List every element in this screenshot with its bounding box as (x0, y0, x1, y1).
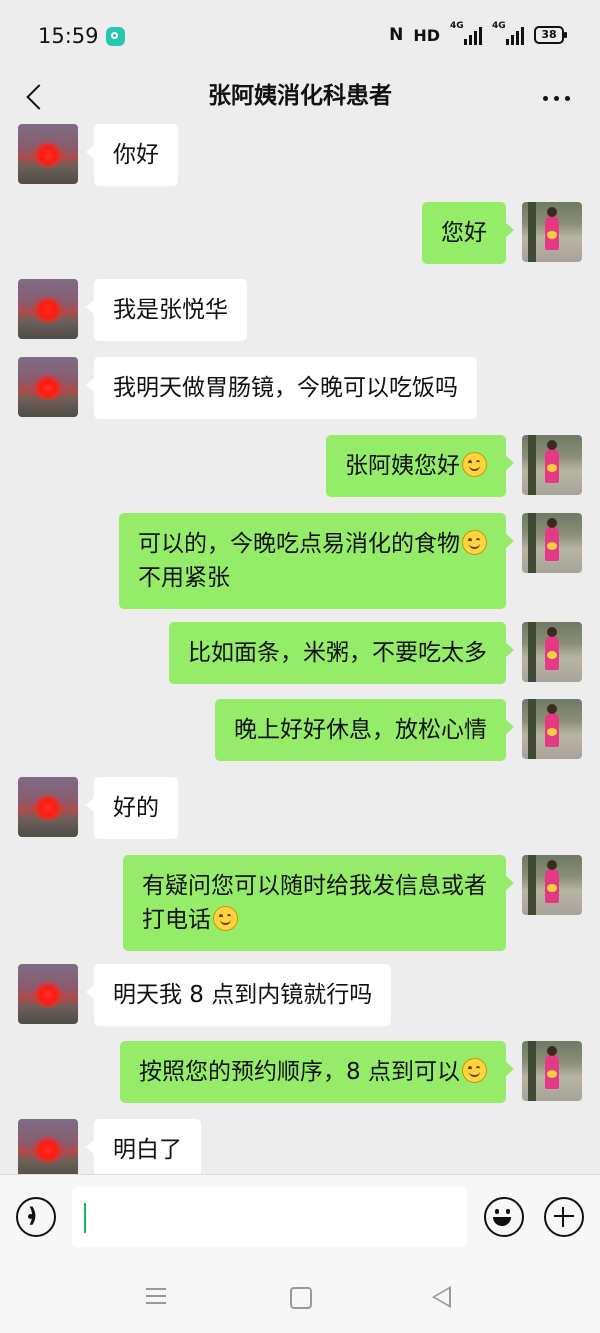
patient-avatar[interactable] (18, 1119, 78, 1174)
message-bubble[interactable]: 张阿姨您好 (326, 435, 514, 497)
app-notification-icon (106, 27, 125, 46)
message-text: 有疑问您可以随时给我发信息或者 (142, 873, 487, 899)
patient-avatar[interactable] (18, 124, 78, 184)
doctor-avatar[interactable] (522, 855, 582, 915)
doctor-avatar[interactable] (522, 622, 582, 682)
message-bubble[interactable]: 可以的，今晚吃点易消化的食物 不用紧张 (119, 513, 514, 609)
hd-indicator: HD (413, 25, 440, 45)
recent-apps-button[interactable] (146, 1288, 166, 1304)
message-bubble[interactable]: 我是张悦华 (86, 279, 247, 341)
message-text: 可以的，今晚吃点易消化的食物 (138, 531, 460, 557)
voice-input-button[interactable] (16, 1197, 56, 1237)
message-text: 您好 (441, 220, 487, 246)
message-input[interactable] (72, 1187, 467, 1247)
message-bubble[interactable]: 有疑问您可以随时给我发信息或者 打电话 (123, 855, 514, 951)
message-list[interactable]: 你好您好我是张悦华我明天做胃肠镜，今晚可以吃饭吗张阿姨您好可以的，今晚吃点易消化… (0, 124, 600, 1174)
smile-emoji-icon (213, 906, 238, 931)
input-bar (0, 1174, 600, 1265)
message-text: 不用紧张 (138, 565, 230, 591)
patient-avatar[interactable] (18, 964, 78, 1024)
more-icon (542, 95, 548, 101)
message-text: 比如面条，米粥，不要吃太多 (188, 640, 487, 666)
home-button[interactable] (290, 1287, 312, 1309)
smile-emoji-icon (462, 530, 487, 555)
signal-icon-2: 4G (492, 21, 524, 45)
status-time: 15:59 (38, 24, 99, 48)
system-nav-bar (0, 1264, 600, 1333)
message-text: 明天我 8 点到内镜就行吗 (113, 982, 373, 1008)
doctor-avatar[interactable] (522, 435, 582, 495)
signal-icon-1: 4G (450, 21, 482, 45)
more-options-button[interactable] (538, 80, 574, 116)
message-text: 我是张悦华 (113, 297, 228, 323)
message-bubble[interactable]: 晚上好好休息，放松心情 (215, 699, 514, 761)
message-text: 明白了 (113, 1137, 182, 1163)
message-bubble[interactable]: 我明天做胃肠镜，今晚可以吃饭吗 (86, 357, 477, 419)
doctor-avatar[interactable] (522, 513, 582, 573)
message-text: 我明天做胃肠镜，今晚可以吃饭吗 (113, 375, 458, 401)
doctor-avatar[interactable] (522, 202, 582, 262)
signal-label-1: 4G (450, 21, 464, 31)
system-back-button[interactable] (432, 1286, 451, 1308)
message-bubble[interactable]: 按照您的预约顺序，8 点到可以 (120, 1041, 514, 1103)
message-text: 好的 (113, 795, 159, 821)
message-text: 打电话 (142, 907, 211, 933)
emoji-button[interactable] (484, 1197, 524, 1237)
smile-emoji-icon (462, 1058, 487, 1083)
message-text: 张阿姨您好 (345, 453, 460, 479)
more-actions-button[interactable] (544, 1197, 584, 1237)
message-bubble[interactable]: 你好 (86, 124, 178, 186)
text-cursor (84, 1203, 86, 1233)
message-bubble[interactable]: 好的 (86, 777, 178, 839)
battery-icon: 38 (534, 26, 567, 44)
message-bubble[interactable]: 明白了 (86, 1119, 201, 1174)
chat-title: 张阿姨消化科患者 (208, 83, 392, 109)
patient-avatar[interactable] (18, 279, 78, 339)
message-text: 按照您的预约顺序，8 点到可以 (139, 1059, 460, 1085)
doctor-avatar[interactable] (522, 699, 582, 759)
message-text: 你好 (113, 142, 159, 168)
chat-header: 张阿姨消化科患者 (0, 72, 600, 124)
status-bar: 15:59 N HD 4G 4G 38 (0, 0, 600, 72)
status-indicators: N HD 4G 4G 38 (389, 21, 567, 45)
patient-avatar[interactable] (18, 777, 78, 837)
nfc-icon: N (389, 25, 404, 45)
message-bubble[interactable]: 您好 (422, 202, 514, 264)
message-bubble[interactable]: 比如面条，米粥，不要吃太多 (169, 622, 514, 684)
smile-emoji-icon (462, 452, 487, 477)
message-text: 晚上好好休息，放松心情 (234, 717, 487, 743)
signal-label-2: 4G (492, 21, 506, 31)
patient-avatar[interactable] (18, 357, 78, 417)
message-bubble[interactable]: 明天我 8 点到内镜就行吗 (85, 964, 392, 1026)
doctor-avatar[interactable] (522, 1041, 582, 1101)
